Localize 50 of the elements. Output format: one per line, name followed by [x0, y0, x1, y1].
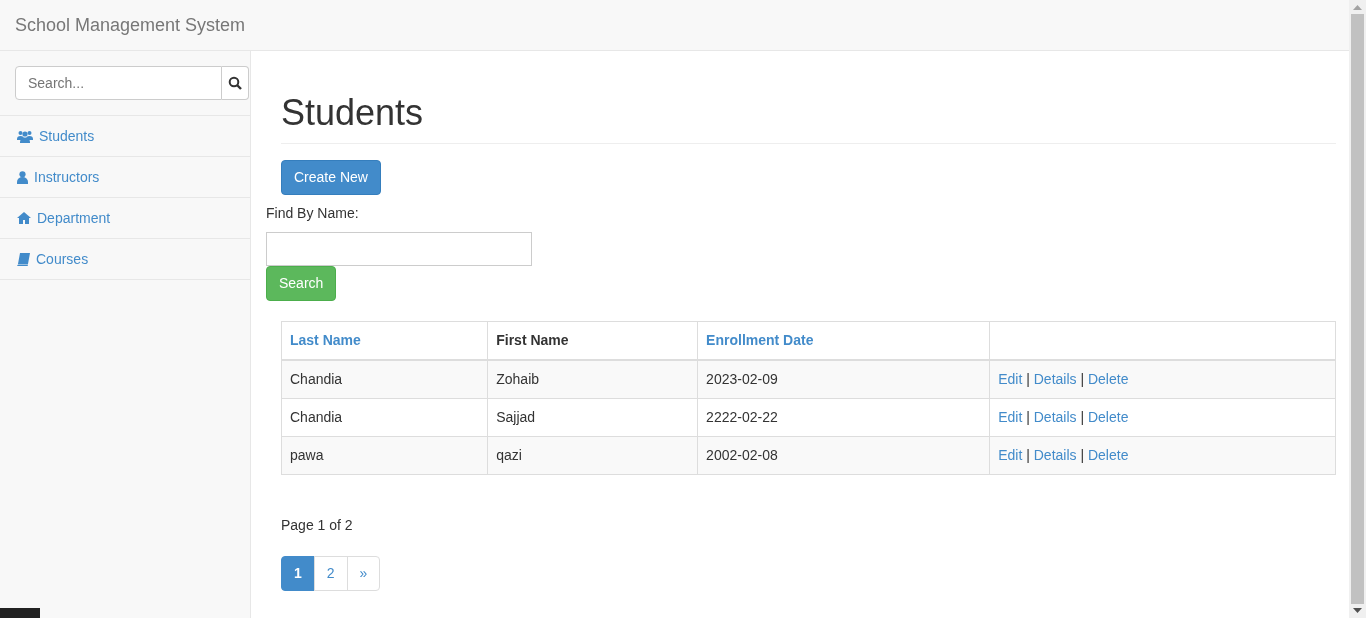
separator: |: [1026, 371, 1030, 388]
page-link[interactable]: 1: [281, 556, 315, 592]
search-field[interactable]: Search...: [15, 66, 222, 100]
sidebar-link[interactable]: Students: [0, 116, 250, 157]
action-link[interactable]: Delete: [1087, 447, 1129, 464]
person-icon: [17, 170, 28, 184]
action-link[interactable]: Details: [1033, 371, 1077, 388]
page-title: Students: [281, 91, 1336, 145]
sidebar-link[interactable]: Courses: [0, 239, 250, 280]
sort-link[interactable]: Enrollment Date: [706, 332, 814, 349]
separator: |: [1026, 447, 1030, 464]
page-link[interactable]: »: [346, 556, 381, 592]
table-cell: Zohaib: [487, 360, 698, 399]
search-icon: [228, 76, 242, 90]
action-link[interactable]: Delete: [1087, 409, 1129, 426]
table-cell: 2002-02-08: [697, 436, 990, 475]
page-info: Page 1 of 2: [281, 516, 354, 536]
action-link[interactable]: Details: [1033, 447, 1077, 464]
sidebar-link[interactable]: Instructors: [0, 157, 250, 198]
name-input-field[interactable]: [266, 232, 532, 267]
action-link[interactable]: Details: [1033, 409, 1077, 426]
table-cell: Chandia: [281, 360, 488, 399]
table-cell: 2222-02-22: [697, 398, 990, 437]
app-brand[interactable]: School Management System: [15, 11, 246, 39]
action-link[interactable]: Edit: [998, 409, 1023, 426]
scroll-up-arrow-icon[interactable]: [1353, 4, 1362, 10]
table-cell: Sajjad: [487, 398, 698, 437]
separator: |: [1080, 371, 1085, 388]
action-link[interactable]: Edit: [998, 447, 1023, 464]
table-cell: Chandia: [281, 398, 488, 437]
scroll-down-arrow-icon[interactable]: [1353, 608, 1362, 614]
table-cell: pawa: [281, 436, 488, 475]
scrollbar[interactable]: [1349, 0, 1366, 618]
separator: |: [1026, 409, 1030, 426]
house-icon: [17, 212, 31, 224]
book-icon: [17, 252, 30, 266]
separator: |: [1080, 447, 1085, 464]
search-button[interactable]: [222, 66, 249, 100]
sort-link[interactable]: Last Name: [290, 332, 361, 349]
separator: |: [1080, 409, 1085, 426]
sidebar-link[interactable]: Department: [0, 198, 250, 239]
table-cell: 2023-02-09: [697, 360, 990, 399]
action-link[interactable]: Edit: [998, 371, 1023, 388]
search-button[interactable]: Search: [266, 266, 337, 302]
find-label: Find By Name:: [266, 204, 360, 224]
page-link[interactable]: 2: [313, 556, 348, 592]
table-cell: qazi: [487, 436, 698, 475]
people-icon: [17, 129, 33, 143]
action-link[interactable]: Delete: [1087, 371, 1129, 388]
create-new-button[interactable]: Create New: [281, 160, 381, 196]
